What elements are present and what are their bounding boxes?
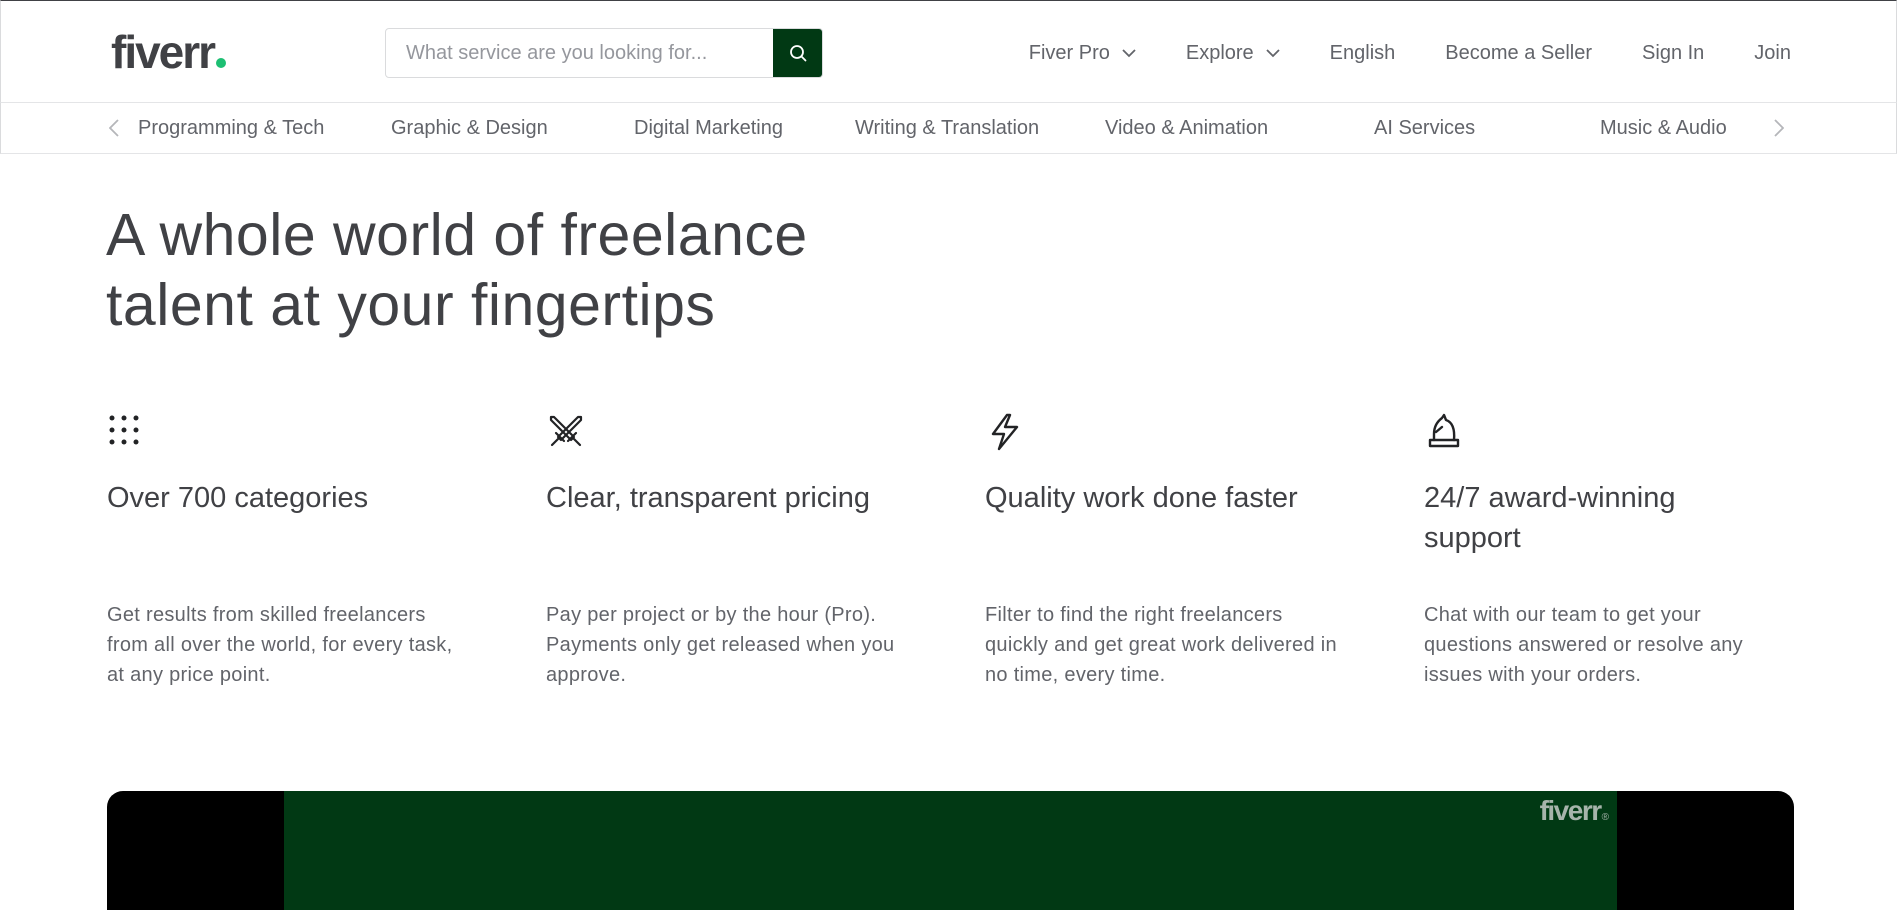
feature-description: Get results from skilled freelancers fro… [107,600,477,690]
feature-desc-line: Chat with our team to get your [1424,604,1701,626]
nav-explore[interactable]: Explore [1186,42,1280,65]
nav-become-seller[interactable]: Become a Seller [1445,42,1592,65]
hero-title-line1: A whole world of freelance [106,202,808,268]
feature-categories: Over 700 categories Get results from ski… [107,412,487,686]
feature-desc-line: Payments only get released when you [546,634,895,656]
nav-sign-in[interactable]: Sign In [1642,42,1704,65]
feature-title: Over 700 categories [107,482,369,514]
category-programming-tech[interactable]: Programming & Tech [138,116,324,140]
search-button[interactable] [773,29,822,77]
search-input[interactable] [386,29,773,77]
feature-desc-line: Get results from skilled freelancers [107,604,426,626]
feature-desc-line: no time, every time. [985,664,1166,686]
category-ai-services[interactable]: AI Services [1374,116,1475,140]
lightning-bolt-icon [991,413,1019,451]
nav-fiverr-pro-label: Fiver Pro [1028,41,1110,64]
logo-text: fiverr [111,26,216,78]
video-frame: fiverr ® [284,791,1617,910]
feature-desc-line: issues with your orders. [1424,664,1642,686]
category-digital-marketing[interactable]: Digital Marketing [634,116,783,140]
banner-logo-text: fiverr [1539,795,1603,826]
feature-description: Pay per project or by the hour (Pro). Pa… [546,600,916,690]
chevron-down-icon [1122,48,1136,58]
chess-knight-icon [1428,413,1460,448]
logo-dot [216,58,227,68]
feature-support: 24/7 award-winning support Chat with our… [1424,412,1804,686]
feature-title-line: support [1424,522,1521,554]
category-music-audio[interactable]: Music & Audio [1600,116,1727,140]
chevron-down-icon [1266,48,1280,58]
nav-join[interactable]: Join [1754,42,1791,65]
registered-mark: ® [1601,812,1609,823]
category-writing-translation[interactable]: Writing & Translation [855,116,1039,140]
search-bar [385,28,823,78]
feature-desc-line: approve. [546,664,627,686]
feature-quality: Quality work done faster Filter to find … [985,412,1365,686]
category-scroll-right[interactable] [1768,117,1790,139]
feature-desc-line: at any price point. [107,664,271,686]
banner-fiverr-logo: fiverr ® [1540,795,1609,827]
crossed-swords-icon [549,415,583,447]
top-nav: Fiver Pro Explore English Become a Selle… [1029,28,1791,78]
top-header: fiverr Fiver Pro Explore English Become … [0,0,1897,103]
feature-desc-line: from all over the world, for every task, [107,634,453,656]
feature-title-line: 24/7 award-winning [1424,482,1676,514]
category-scroll-left[interactable] [103,117,125,139]
nav-fiverr-pro[interactable]: Fiver Pro [1029,42,1136,65]
feature-desc-line: Filter to find the right freelancers [985,604,1283,626]
video-banner[interactable]: fiverr ® [107,791,1794,910]
hero-title-line2: talent at your fingertips [106,272,716,338]
category-graphic-design[interactable]: Graphic & Design [391,116,548,140]
feature-desc-line: questions answered or resolve any [1424,634,1743,656]
category-bar: Programming & Tech Graphic & Design Digi… [0,103,1897,154]
search-icon [790,45,807,62]
feature-desc-line: Pay per project or by the hour (Pro). [546,604,877,626]
feature-description: Chat with our team to get your questions… [1424,600,1794,690]
feature-title: Quality work done faster [985,482,1298,514]
grid-dots-icon [109,415,139,445]
feature-title: Clear, transparent pricing [546,482,870,514]
hero-title: A whole world of freelance talent at you… [106,200,1006,340]
feature-pricing: Clear, transparent pricing Pay per proje… [546,412,926,686]
nav-language[interactable]: English [1330,42,1396,65]
fiverr-logo[interactable]: fiverr [111,26,227,78]
feature-desc-line: quickly and get great work delivered in [985,634,1337,656]
feature-description: Filter to find the right freelancers qui… [985,600,1355,690]
chevron-right-icon [1774,119,1784,137]
nav-explore-label: Explore [1185,41,1254,64]
chevron-left-icon [109,119,119,137]
category-video-animation[interactable]: Video & Animation [1105,116,1268,140]
feature-title: 24/7 award-winning support [1424,478,1804,558]
